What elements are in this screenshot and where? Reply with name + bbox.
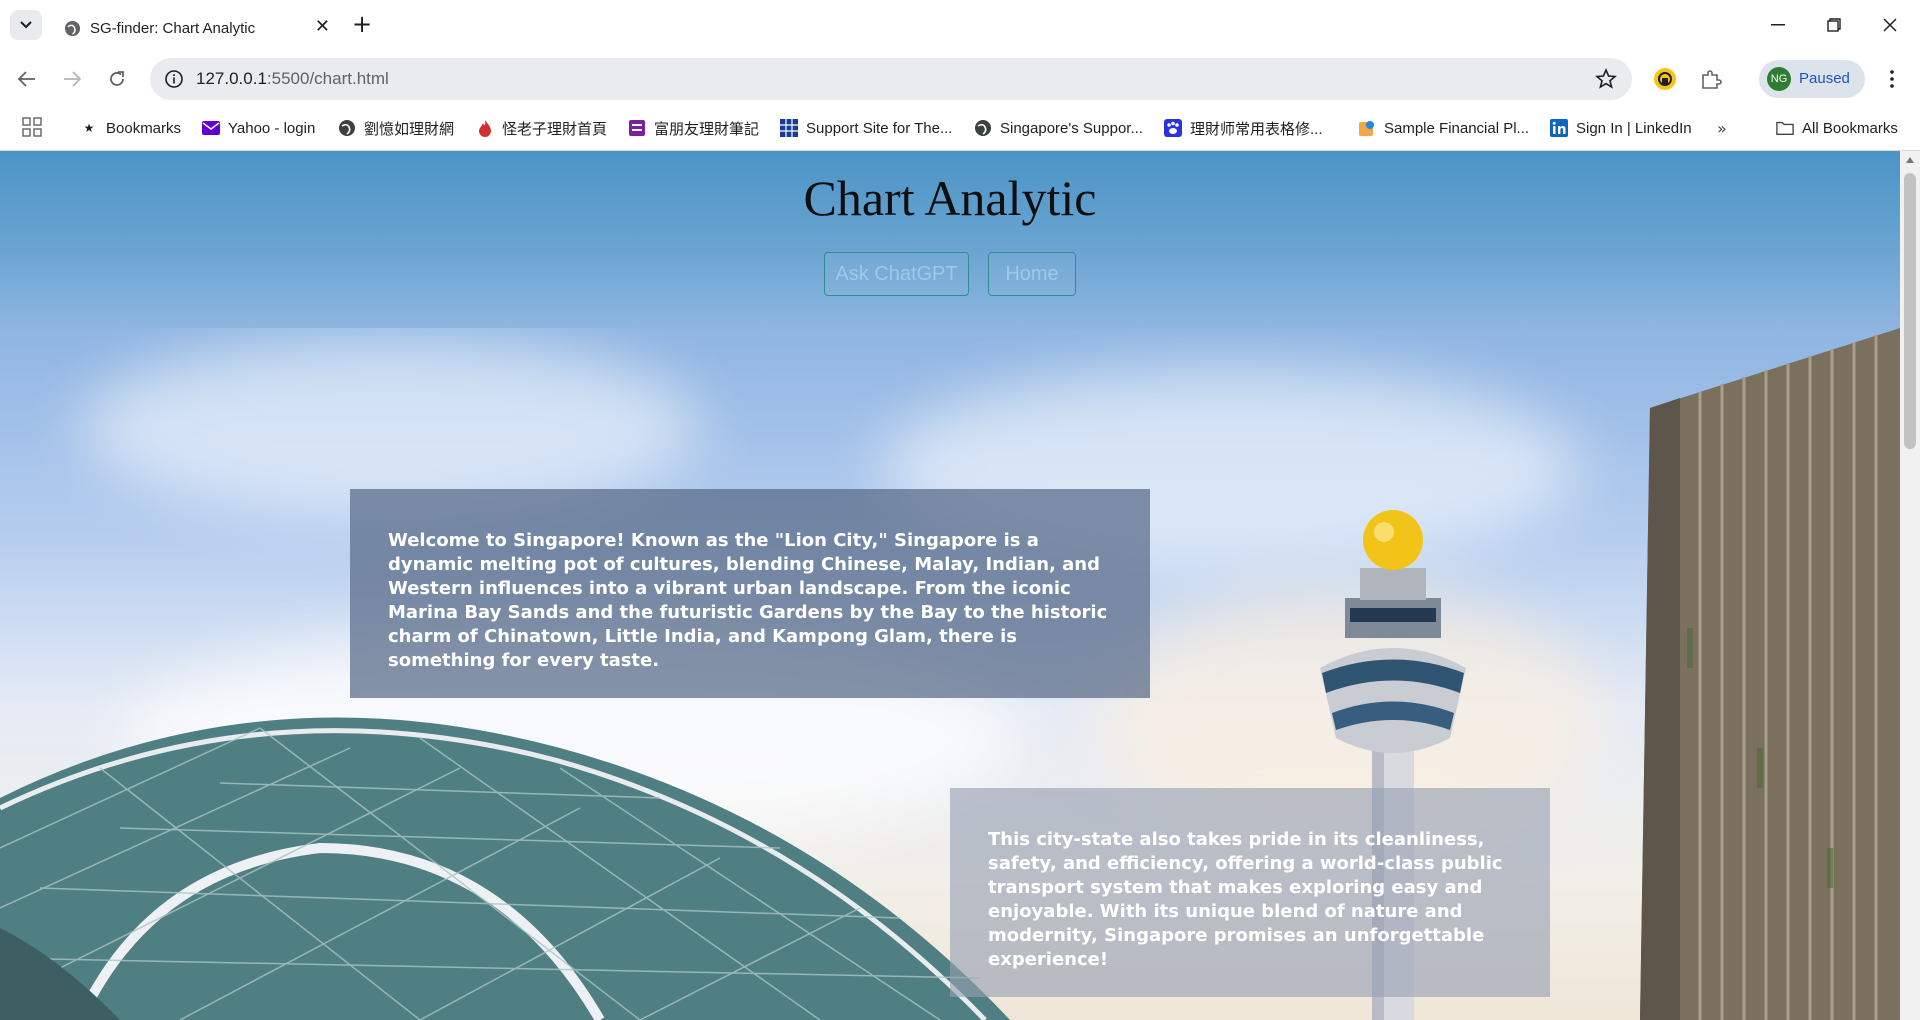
extension-button[interactable] [1648, 62, 1682, 96]
finance-icon [1358, 119, 1376, 137]
back-arrow-icon [18, 71, 35, 87]
hero-background-image: Welcome to Singapore! Known as the "Lion… [0, 328, 1900, 1020]
all-bookmarks-button[interactable]: All Bookmarks [1776, 116, 1898, 140]
bookmark-label: Bookmarks [106, 119, 182, 137]
close-window-button[interactable] [1870, 10, 1910, 40]
url-path: :5500/chart.html [266, 69, 389, 88]
book-icon [628, 119, 646, 137]
active-tab[interactable]: SG-finder: Chart Analytic ✕ [50, 6, 342, 50]
fire-icon [476, 119, 494, 137]
chevron-down-icon [20, 21, 32, 29]
tab-strip: SG-finder: Chart Analytic ✕ + [0, 0, 1920, 50]
globe-icon [64, 20, 81, 37]
scroll-thumb[interactable] [1904, 173, 1916, 449]
scroll-up-arrow-icon[interactable] [1906, 157, 1914, 163]
ask-chatgpt-button[interactable]: Ask ChatGPT [824, 252, 969, 296]
tab-title: SG-finder: Chart Analytic [90, 20, 256, 37]
glass-dome [0, 717, 1010, 1020]
intro-text-box: Welcome to Singapore! Known as the "Lion… [350, 489, 1150, 698]
back-button[interactable] [12, 64, 42, 94]
tab-search-button[interactable] [10, 10, 42, 40]
bookmark-linkedin[interactable]: Sign In | LinkedIn [1550, 116, 1692, 140]
folder-icon [1776, 119, 1794, 137]
linkedin-icon [1550, 119, 1568, 137]
bookmark-label: Singapore's Suppor... [1000, 119, 1143, 137]
reload-icon [110, 71, 124, 86]
bookmark-yahoo[interactable]: Yahoo - login [202, 116, 315, 140]
puzzle-icon [1702, 70, 1722, 89]
bookmark-singapore[interactable]: Singapore's Suppor... [974, 116, 1143, 140]
bookmark-liu[interactable]: 劉憶如理財網 [338, 116, 454, 140]
apps-grid-icon[interactable] [22, 117, 42, 137]
new-tab-button[interactable]: + [352, 11, 372, 37]
globe-icon [338, 119, 356, 137]
url-host: 127.0.0.1 [196, 69, 267, 88]
home-button[interactable]: Home [988, 252, 1076, 296]
more-bookmarks-chevron-icon[interactable]: » [1717, 119, 1727, 138]
bookmark-licaishi[interactable]: 理財师常用表格修... [1164, 116, 1323, 140]
star-icon: ★ [83, 121, 95, 135]
address-bar[interactable]: 127.0.0.1:5500/chart.html [150, 58, 1632, 100]
bookmark-label: 劉憶如理財網 [364, 120, 455, 138]
site-info-icon[interactable] [164, 69, 184, 89]
bookmark-label: Yahoo - login [228, 119, 316, 137]
restore-icon [1827, 18, 1841, 32]
page-header: Chart Analytic Ask ChatGPT Home [0, 151, 1900, 328]
extensions-menu-button[interactable] [1694, 62, 1728, 96]
forward-arrow-icon [64, 71, 81, 87]
page-scrollbar[interactable] [1900, 151, 1920, 1020]
building-facade [1640, 328, 1900, 1020]
paw-icon [1164, 119, 1182, 137]
minimize-icon [1771, 24, 1785, 26]
bookmark-label: Sign In | LinkedIn [1576, 119, 1692, 137]
bookmark-sample-financial[interactable]: Sample Financial Pl... [1358, 116, 1529, 140]
profile-button[interactable]: NG Paused [1759, 60, 1865, 98]
minimize-button[interactable] [1758, 10, 1798, 40]
extension-badge-icon [1654, 68, 1676, 90]
page-title: Chart Analytic [803, 170, 1097, 226]
bookmark-support-site[interactable]: Support Site for The... [780, 116, 952, 140]
bookmark-label: 理財师常用表格修... [1190, 120, 1323, 138]
bookmark-label: Support Site for The... [806, 119, 953, 137]
bookmark-label: 富朋友理財筆記 [654, 120, 760, 138]
bookmark-label: 怪老子理財首頁 [502, 120, 608, 138]
grid-icon [780, 119, 798, 137]
restore-button[interactable] [1814, 10, 1854, 40]
bookmark-star-icon[interactable] [1594, 67, 1618, 91]
close-icon [1883, 18, 1897, 32]
bookmark-bookmarks[interactable]: ★ Bookmarks [80, 116, 181, 140]
all-bookmarks-label: All Bookmarks [1802, 119, 1898, 137]
forward-button[interactable] [57, 64, 87, 94]
bookmark-guai[interactable]: 怪老子理財首頁 [476, 116, 607, 140]
reload-button[interactable] [102, 64, 132, 94]
close-tab-icon[interactable]: ✕ [315, 16, 330, 37]
browser-toolbar: 127.0.0.1:5500/chart.html NG Paused [0, 50, 1920, 108]
kebab-menu-icon [1890, 70, 1894, 88]
bookmark-label: Sample Financial Pl... [1384, 119, 1530, 137]
globe-icon [974, 119, 992, 137]
browser-menu-button[interactable] [1880, 64, 1904, 94]
secondary-text-box: This city-state also takes pride in its … [950, 788, 1550, 997]
url-text: 127.0.0.1:5500/chart.html [196, 69, 389, 89]
page-viewport: Chart Analytic Ask ChatGPT Home Welcome … [0, 151, 1900, 1020]
profile-status: Paused [1799, 70, 1850, 87]
bookmarks-bar: ★ Bookmarks Yahoo - login 劉憶如理財網 怪老子理財首頁 … [0, 108, 1920, 151]
avatar: NG [1767, 67, 1791, 91]
mail-icon [202, 119, 220, 137]
bookmark-fu[interactable]: 富朋友理財筆記 [628, 116, 759, 140]
